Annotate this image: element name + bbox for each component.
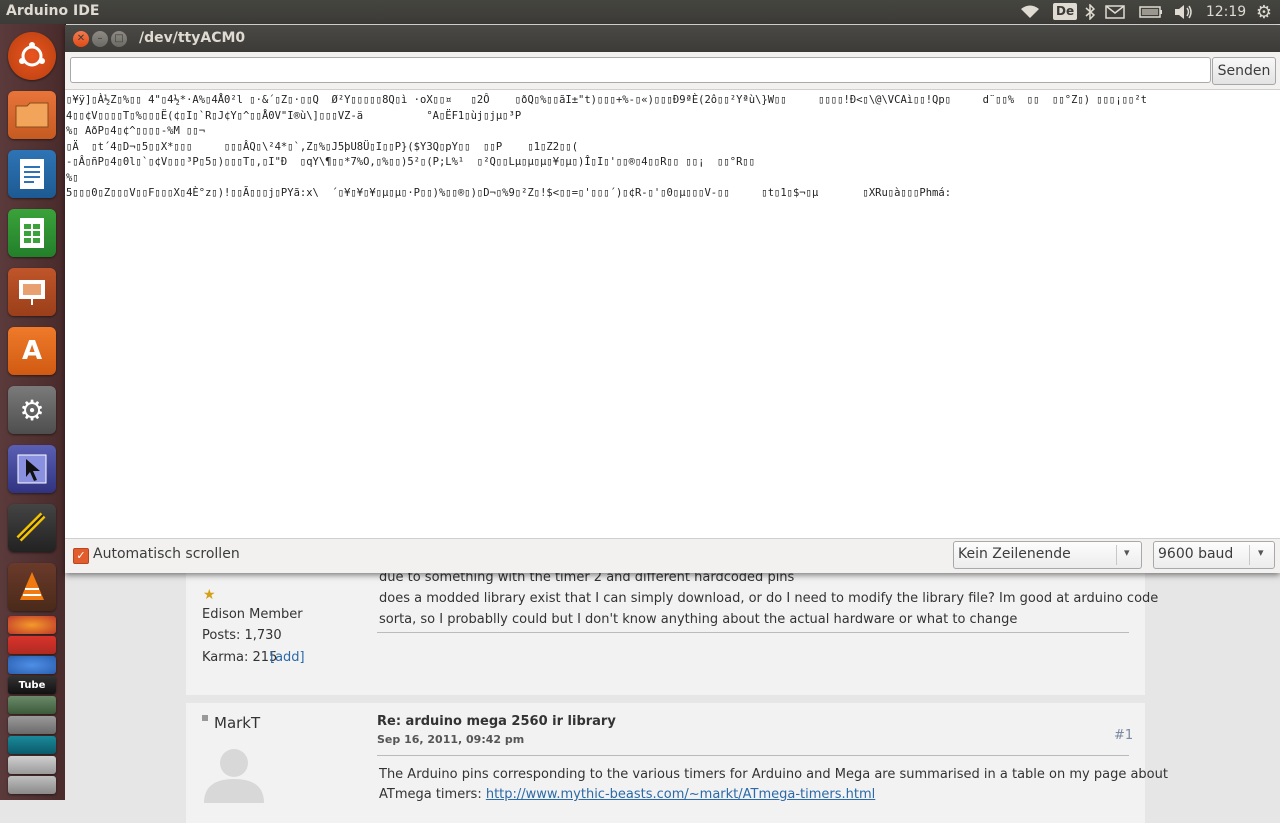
- member-rank: Edison Member: [202, 607, 303, 622]
- post-author[interactable]: MarkT: [214, 714, 260, 732]
- volume-icon[interactable]: [1172, 2, 1194, 22]
- chevron-down-icon: ▾: [1124, 546, 1130, 559]
- gear-icon[interactable]: ⚙: [1253, 2, 1275, 23]
- minimize-button[interactable]: –: [92, 31, 108, 47]
- send-button[interactable]: Senden: [1212, 57, 1276, 85]
- divider: [377, 632, 1129, 633]
- post-body-line: sorta, so I probablly could but I don't …: [379, 612, 1018, 627]
- impress-icon[interactable]: [8, 268, 56, 316]
- minimize-icon: –: [97, 33, 103, 44]
- bluetooth-icon[interactable]: [1082, 2, 1098, 22]
- arduino-icon[interactable]: [8, 736, 56, 754]
- line-ending-value: Kein Zeilenende: [958, 546, 1071, 562]
- serial-output-area[interactable]: ▯¥ÿ]▯À½Z▯%▯▯ 4"▯4½*·A%▯4Å0²l ▯·&´▯Z▯·▯▯Q…: [65, 89, 1280, 539]
- vlc-icon[interactable]: [8, 563, 56, 611]
- window-title: /dev/ttyACM0: [139, 30, 246, 46]
- close-button[interactable]: ✕: [73, 31, 89, 47]
- baud-rate-value: 9600 baud: [1158, 546, 1234, 562]
- combo-separator: [1249, 545, 1250, 565]
- karma-count: Karma: 215: [202, 650, 278, 665]
- chevron-down-icon: ▾: [1258, 546, 1264, 559]
- forum-page: ★ Edison Member Posts: 1,730 Karma: 215 …: [65, 560, 1280, 823]
- chrome-icon[interactable]: [8, 636, 56, 654]
- writer-icon[interactable]: [8, 150, 56, 198]
- launcher: A ⚙ Tube: [0, 24, 66, 800]
- youtube-icon[interactable]: Tube: [8, 676, 56, 694]
- post-body-line: does a modded library exist that I can s…: [379, 591, 1159, 606]
- clock[interactable]: 12:19: [1206, 2, 1246, 22]
- app-icon[interactable]: [8, 696, 56, 714]
- ubuntu-dash-icon[interactable]: [8, 32, 56, 80]
- offline-indicator: [202, 715, 208, 721]
- page-scrollbar[interactable]: [1264, 575, 1280, 800]
- line-ending-select[interactable]: Kein Zeilenende ▾: [953, 541, 1142, 569]
- battery-icon[interactable]: [1138, 2, 1164, 22]
- star-icon: ★: [203, 587, 216, 603]
- wifi-icon[interactable]: [1018, 2, 1042, 22]
- app-icon[interactable]: [8, 776, 56, 794]
- autoscroll-label[interactable]: Automatisch scrollen: [93, 546, 240, 562]
- software-center-icon[interactable]: A: [8, 327, 56, 375]
- maximize-icon: □: [114, 33, 124, 44]
- baud-rate-select[interactable]: 9600 baud ▾: [1153, 541, 1275, 569]
- karma-add-link[interactable]: [add]: [270, 650, 305, 665]
- serial-monitor-window: ✕ – □ /dev/ttyACM0 Senden ▯¥ÿ]▯À½Z▯%▯▯ 4…: [65, 25, 1280, 573]
- top-panel: Arduino IDE De 12:19 ⚙: [0, 0, 1280, 24]
- window-titlebar[interactable]: ✕ – □ /dev/ttyACM0: [65, 25, 1280, 52]
- terminal-icon[interactable]: [8, 504, 56, 552]
- divider: [377, 755, 1129, 756]
- workspace-switcher-icon[interactable]: [8, 445, 56, 493]
- send-input[interactable]: [70, 57, 1211, 83]
- post-body-line: The Arduino pins corresponding to the va…: [379, 767, 1168, 782]
- files-icon[interactable]: [8, 91, 56, 139]
- posts-count: Posts: 1,730: [202, 628, 282, 643]
- maximize-button[interactable]: □: [111, 31, 127, 47]
- post-subject[interactable]: Re: arduino mega 2560 ir library: [377, 714, 616, 729]
- firefox-icon[interactable]: [8, 616, 56, 634]
- system-settings-icon[interactable]: ⚙: [8, 386, 56, 434]
- post-number[interactable]: #1: [1114, 728, 1133, 743]
- autoscroll-checkbox[interactable]: ✓: [73, 548, 89, 564]
- app-title: Arduino IDE: [6, 3, 100, 19]
- forum-post: [186, 703, 1145, 823]
- app-icon[interactable]: [8, 756, 56, 774]
- combo-separator: [1116, 545, 1117, 565]
- chromium-icon[interactable]: [8, 656, 56, 674]
- avatar: [204, 749, 264, 803]
- mail-icon[interactable]: [1104, 2, 1126, 22]
- post-date: Sep 16, 2011, 09:42 pm: [377, 733, 525, 746]
- bottom-bar: ✓ Automatisch scrollen Kein Zeilenende ▾…: [65, 537, 1280, 573]
- app-icon[interactable]: [8, 716, 56, 734]
- keyboard-layout-indicator[interactable]: De: [1053, 3, 1078, 20]
- serial-output-text: ▯¥ÿ]▯À½Z▯%▯▯ 4"▯4½*·A%▯4Å0²l ▯·&´▯Z▯·▯▯Q…: [66, 94, 1147, 199]
- close-icon: ✕: [76, 33, 86, 44]
- calc-icon[interactable]: [8, 209, 56, 257]
